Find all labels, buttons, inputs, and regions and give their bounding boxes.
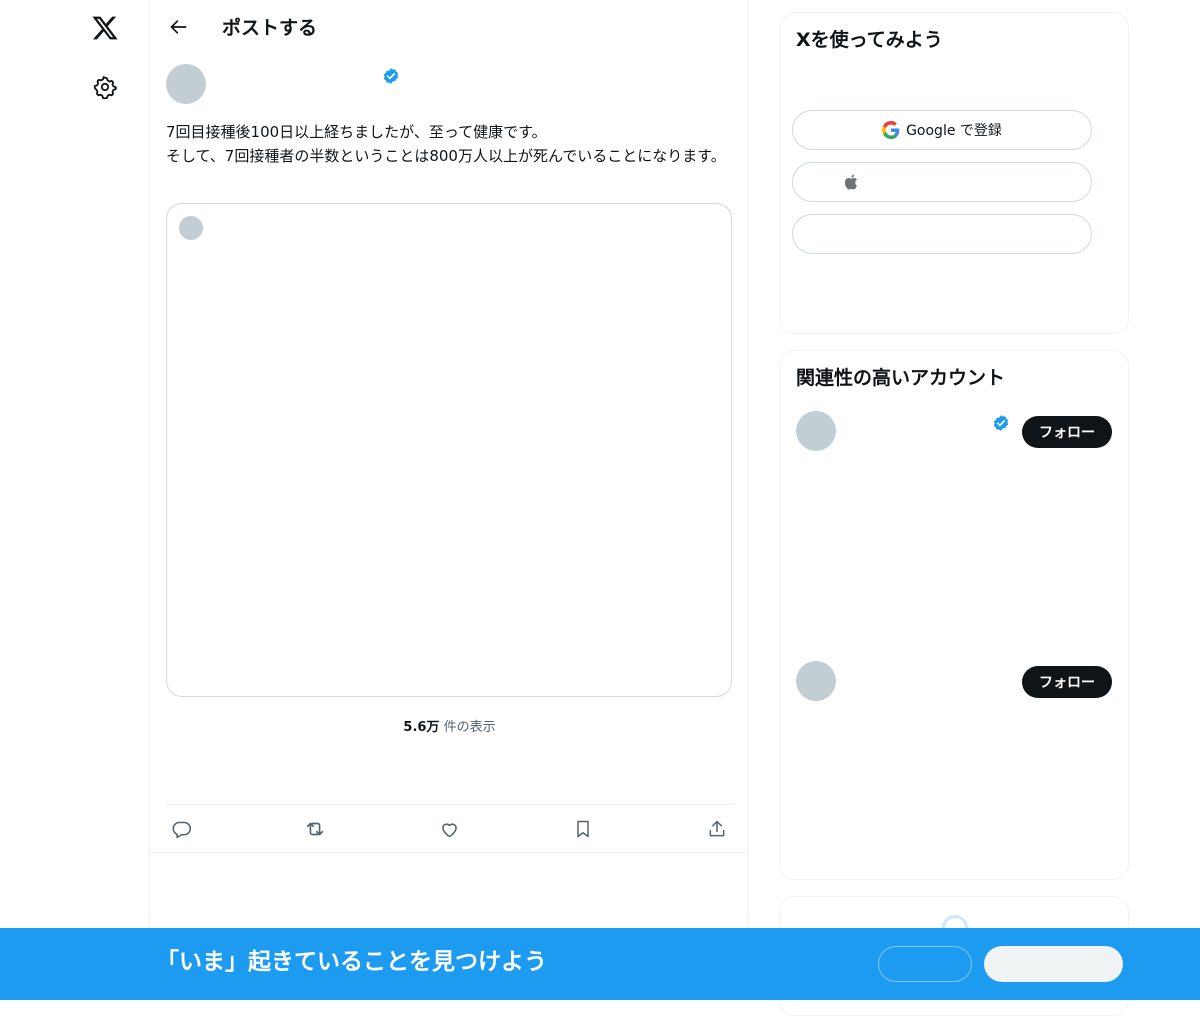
post-actions — [166, 804, 734, 853]
page-title: ポストする — [222, 17, 318, 39]
signup-title: Xを使ってみよう — [796, 29, 943, 51]
post-text: 7回目接種後100日以上経ちましたが、至って健康です。 そして、7回接種者の半数… — [166, 123, 726, 165]
views-label: 件の表示 — [439, 720, 496, 735]
views-count: 5.6万 件の表示 — [150, 716, 749, 735]
google-signup-label: Google で登録 — [906, 123, 1002, 139]
views-number: 5.6万 — [403, 720, 440, 735]
main-divider — [150, 852, 749, 853]
signup-panel: Xを使ってみよう Google で登録 — [779, 12, 1129, 334]
login-button[interactable] — [878, 946, 972, 982]
register-button[interactable] — [984, 946, 1123, 982]
related-account-avatar[interactable] — [796, 411, 836, 451]
google-icon — [882, 121, 900, 139]
quoted-card[interactable] — [166, 203, 732, 697]
related-title: 関連性の高いアカウント — [796, 367, 1006, 389]
related-account-avatar[interactable] — [796, 661, 836, 701]
share-icon[interactable] — [706, 818, 728, 840]
like-icon[interactable] — [438, 818, 460, 840]
create-account-button[interactable] — [792, 214, 1092, 254]
follow-button[interactable]: フォロー — [1022, 416, 1112, 448]
repost-icon[interactable] — [304, 818, 326, 840]
quoted-avatar — [179, 216, 203, 240]
back-button[interactable] — [162, 10, 196, 44]
verified-badge-icon — [383, 68, 399, 84]
google-signup-button[interactable]: Google で登録 — [792, 110, 1092, 150]
bottom-bar-text: 「いま」起きていることを見つけよう — [156, 949, 547, 975]
reply-icon[interactable] — [170, 818, 192, 840]
apple-signup-button[interactable] — [792, 162, 1092, 202]
related-accounts-panel: 関連性の高いアカウント フォロー フォロー — [779, 350, 1129, 880]
gear-icon[interactable] — [85, 67, 125, 107]
x-logo-icon[interactable] — [85, 8, 125, 48]
follow-button[interactable]: フォロー — [1022, 666, 1112, 698]
bookmark-icon[interactable] — [572, 818, 594, 840]
author-avatar[interactable] — [166, 64, 206, 104]
main-column: ポストする 7回目接種後100日以上経ちましたが、至って健康です。 そして、7回… — [149, 0, 749, 1000]
left-nav — [80, 0, 130, 1000]
bottom-signup-bar: 「いま」起きていることを見つけよう — [0, 928, 1200, 1000]
verified-badge-icon — [993, 415, 1009, 431]
back-arrow-icon — [170, 20, 187, 34]
post-header: ポストする — [150, 0, 749, 54]
apple-icon — [844, 174, 857, 190]
